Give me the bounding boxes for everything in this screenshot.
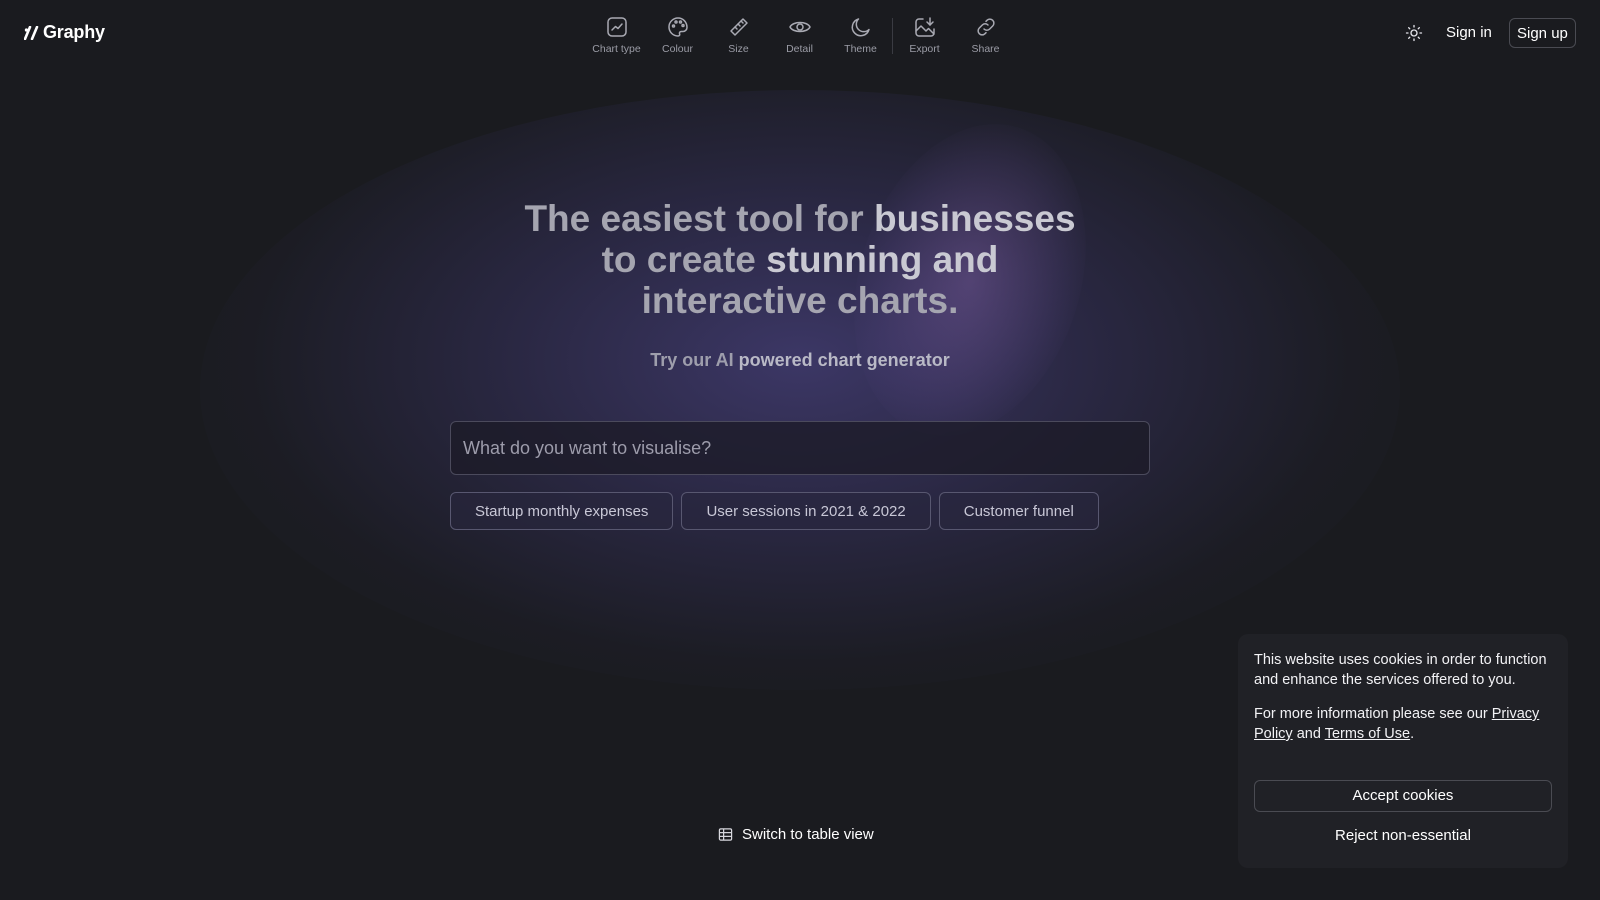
chart-line-icon [604, 14, 630, 40]
link-icon [973, 14, 999, 40]
logo[interactable]: Graphy [24, 22, 105, 43]
suggestion-chip[interactable]: User sessions in 2021 & 2022 [681, 492, 931, 530]
cookie-message: This website uses cookies in order to fu… [1254, 652, 1547, 688]
hero-title-part: to create [601, 239, 767, 280]
toolbar-divider [892, 18, 893, 54]
hero-title-part: The easiest tool for [524, 198, 874, 239]
tool-label: Export [909, 43, 940, 55]
tool-size[interactable]: Size [708, 14, 769, 55]
tool-label: Colour [662, 43, 693, 55]
ruler-icon [726, 14, 752, 40]
tool-detail[interactable]: Detail [769, 14, 830, 55]
hero-subtitle: Try our AI powered chart generator [500, 350, 1100, 371]
cookie-banner: This website uses cookies in order to fu… [1238, 634, 1568, 868]
hero-title: The easiest tool for businesses to creat… [500, 198, 1100, 321]
hero-subtitle-part: Try our AI [650, 350, 739, 370]
table-icon [718, 828, 733, 841]
tool-chart-type[interactable]: Chart type [586, 14, 647, 55]
moon-icon [848, 14, 874, 40]
sign-in-link[interactable]: Sign in [1446, 24, 1492, 41]
image-download-icon [912, 14, 938, 40]
visualise-prompt-input[interactable] [450, 421, 1150, 475]
reject-non-essential-button[interactable]: Reject non-essential [1254, 820, 1552, 852]
hero-subtitle-part: powered chart generator [738, 350, 950, 370]
switch-to-table-view-label: Switch to table view [742, 826, 874, 843]
tool-theme[interactable]: Theme [830, 14, 891, 55]
sign-up-button[interactable]: Sign up [1509, 18, 1576, 48]
top-bar: Graphy Chart type Colour Size Detail The… [0, 0, 1600, 68]
terms-of-use-link[interactable]: Terms of Use [1325, 726, 1410, 742]
background-glow [200, 90, 1400, 690]
sun-icon [1405, 24, 1423, 42]
switch-to-table-view-button[interactable]: Switch to table view [718, 826, 874, 843]
tool-colour[interactable]: Colour [647, 14, 708, 55]
hero-title-part: interactive charts. [641, 280, 959, 321]
theme-toggle-button[interactable] [1403, 22, 1425, 44]
page: Graphy Chart type Colour Size Detail The… [0, 0, 1600, 900]
tool-share[interactable]: Share [955, 14, 1016, 55]
tool-label: Share [971, 43, 1000, 55]
tool-label: Theme [844, 43, 877, 55]
cookie-and-text: and [1292, 726, 1325, 742]
tool-label: Chart type [592, 43, 641, 55]
suggestion-chips: Startup monthly expenses User sessions i… [450, 492, 1099, 530]
tool-export[interactable]: Export [894, 14, 955, 55]
suggestion-chip[interactable]: Startup monthly expenses [450, 492, 674, 530]
hero-title-part: stunning and [766, 239, 999, 280]
cookie-more-info: For more information please see our Priv… [1254, 704, 1552, 744]
logo-text: Graphy [43, 22, 105, 42]
graphy-logo-icon [24, 25, 39, 40]
cookie-period: . [1410, 726, 1415, 742]
eye-icon [787, 14, 813, 40]
suggestion-chip[interactable]: Customer funnel [938, 492, 1099, 530]
chart-toolbar: Chart type Colour Size Detail Theme Expo… [586, 14, 1016, 55]
accept-cookies-button[interactable]: Accept cookies [1254, 780, 1552, 812]
palette-icon [665, 14, 691, 40]
tool-label: Detail [786, 43, 813, 55]
cookie-more-info-text: For more information please see our [1254, 706, 1492, 722]
hero-title-part: businesses [873, 198, 1076, 239]
tool-label: Size [728, 43, 749, 55]
